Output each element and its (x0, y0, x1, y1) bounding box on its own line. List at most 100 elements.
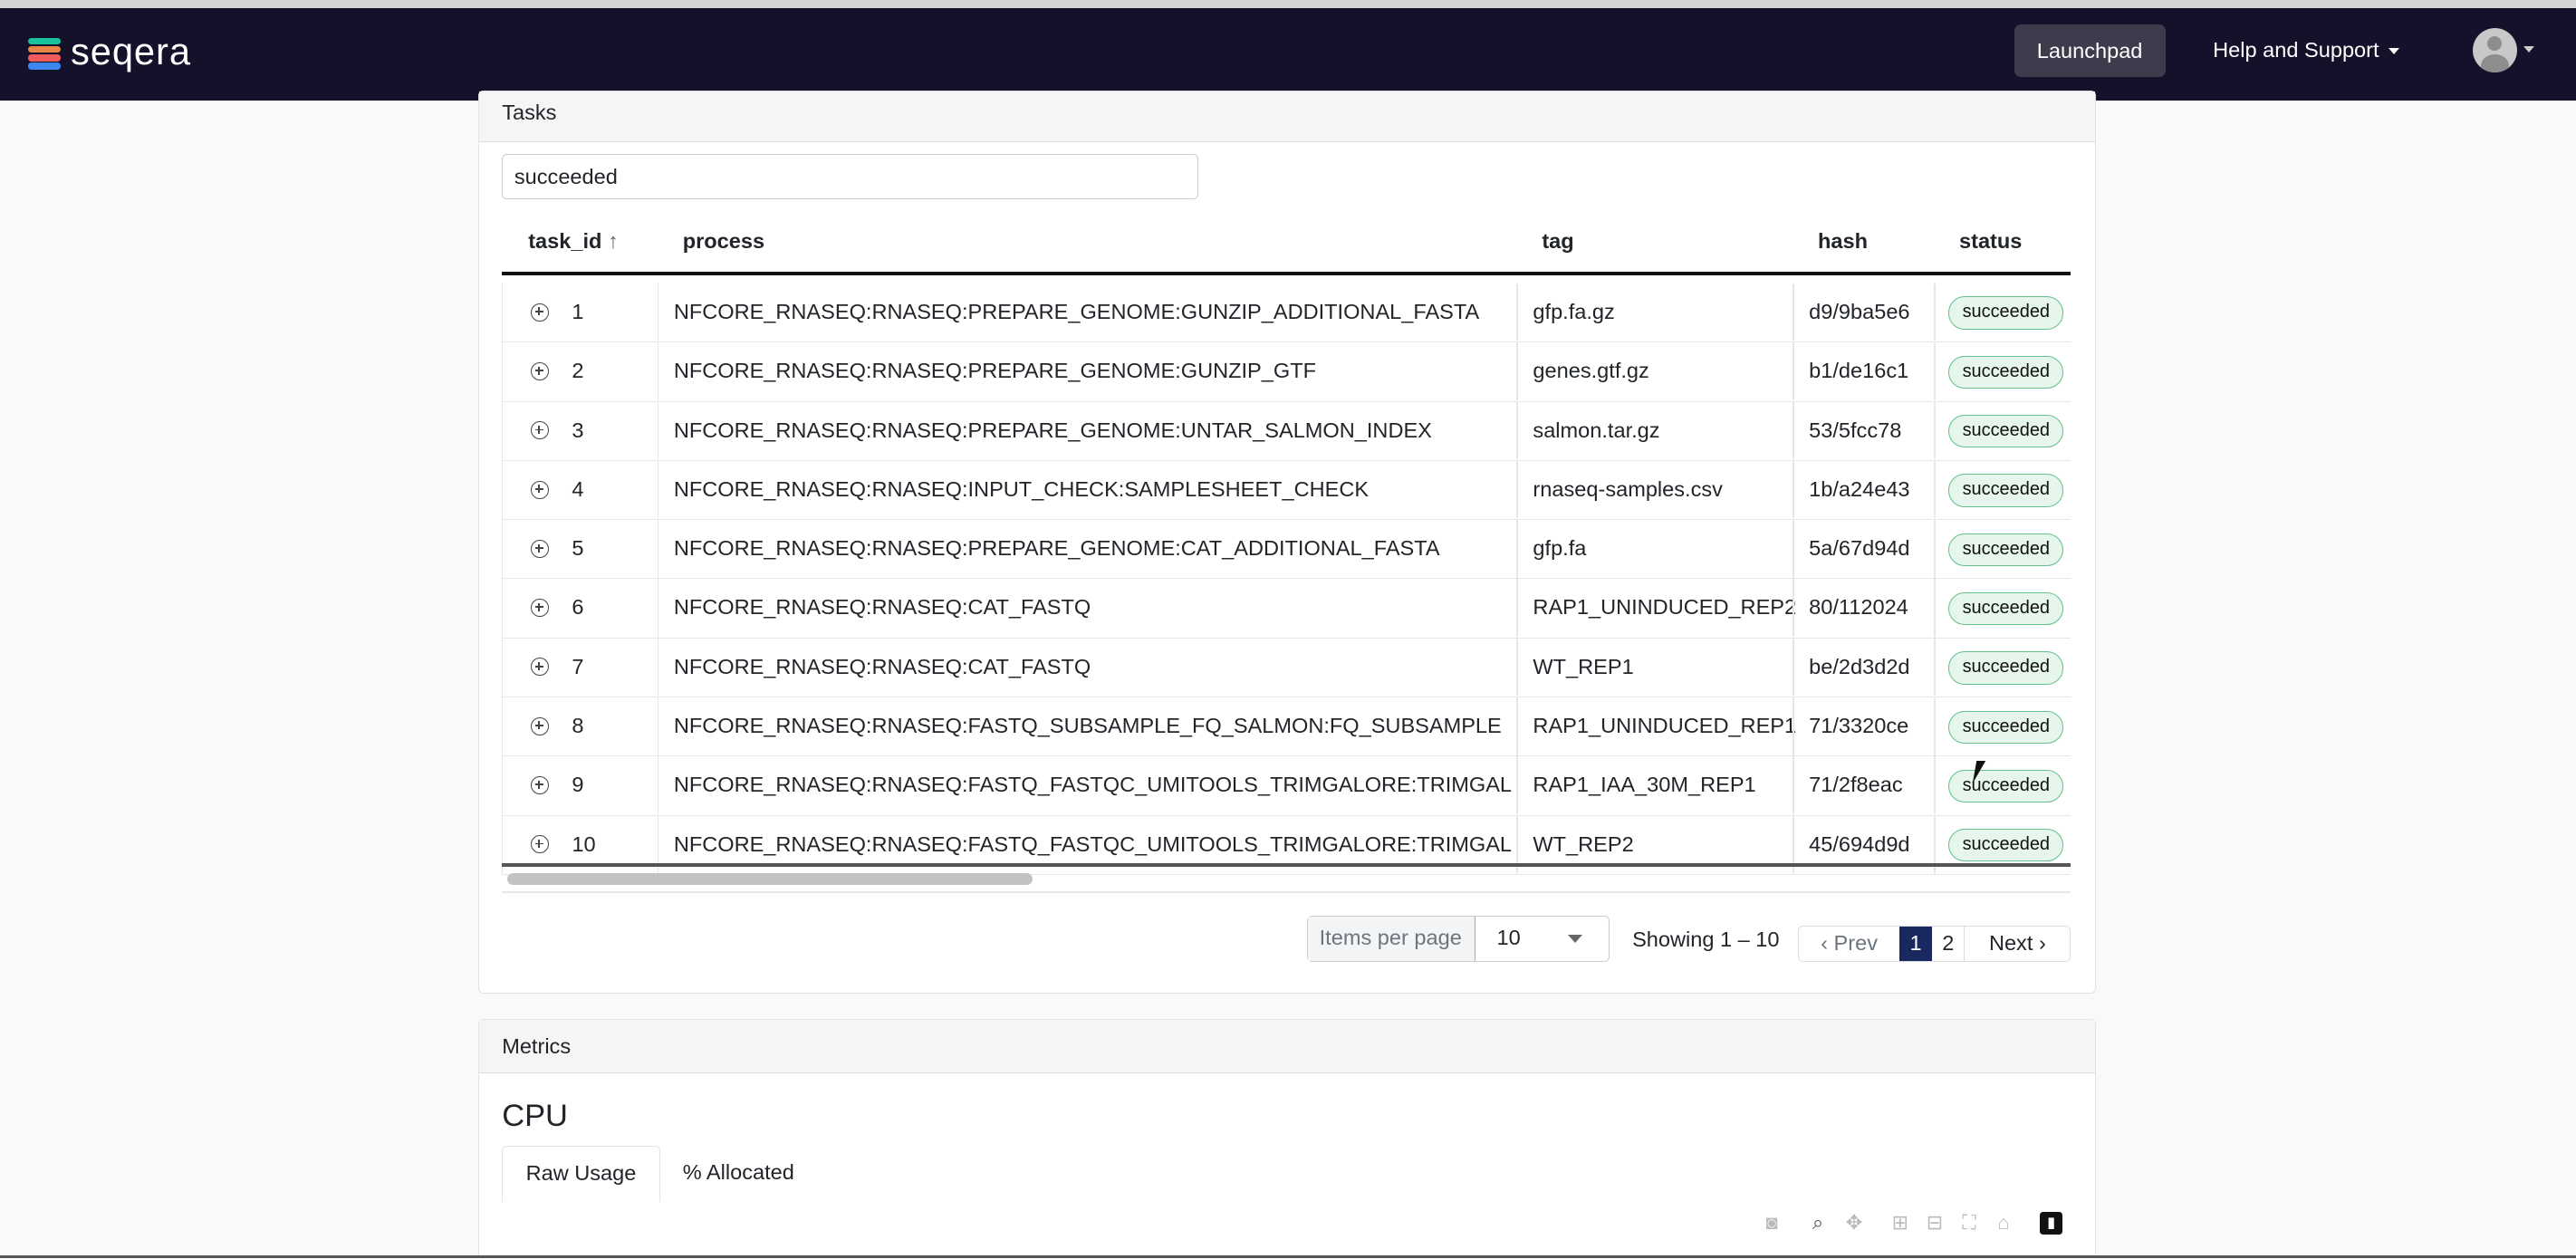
process-cell: NFCORE_RNASEQ:RNASEQ:CAT_FASTQ (673, 654, 1091, 678)
pagination: ‹ Prev 1 2 Next › (1798, 926, 2071, 963)
table-row[interactable]: 3 NFCORE_RNASEQ:RNASEQ:PREPARE_GENOME:UNT… (502, 401, 2071, 461)
logo-mark-icon (27, 36, 64, 72)
expand-row-icon[interactable] (531, 716, 549, 735)
task-id-cell: 4 (572, 476, 584, 501)
task-id-cell: 8 (572, 714, 584, 738)
table-bottom-border (502, 863, 2071, 867)
table-row[interactable]: 7 NFCORE_RNASEQ:RNASEQ:CAT_FASTQ WT_REP1 be… (502, 638, 2071, 698)
column-divider (657, 756, 659, 814)
column-divider (1933, 638, 1936, 697)
autoscale-icon[interactable]: ⛶ (1957, 1211, 1980, 1235)
metrics-header: Metrics (478, 1019, 2096, 1074)
column-divider (1933, 520, 1936, 578)
column-divider (1516, 756, 1519, 814)
hash-cell: 71/2f8eac (1809, 773, 1903, 797)
table-row[interactable]: 1 NFCORE_RNASEQ:RNASEQ:PREPARE_GENOME:GUN… (502, 283, 2071, 343)
hash-cell: 53/5fcc78 (1809, 418, 1902, 442)
table-row[interactable]: 2 NFCORE_RNASEQ:RNASEQ:PREPARE_GENOME:GUN… (502, 342, 2071, 402)
column-header-task-id[interactable]: task_id ↑ (528, 229, 619, 254)
tag-cell: gfp.fa.gz (1533, 299, 1615, 323)
horizontal-scrollbar[interactable] (506, 873, 1033, 885)
items-per-page-value[interactable]: 10 (1475, 917, 1609, 961)
home-icon[interactable]: ⌂ (1992, 1211, 2014, 1235)
task-id-cell: 1 (572, 299, 584, 323)
table-row[interactable]: 9 NFCORE_RNASEQ:RNASEQ:FASTQ_FASTQC_UMITO… (502, 756, 2071, 816)
column-header-process[interactable]: process (683, 229, 764, 254)
expand-row-icon[interactable] (531, 539, 549, 558)
tag-cell: RAP1_UNINDUCED_REP2 (1533, 595, 1796, 620)
zoom-out-icon[interactable]: ⊟ (1923, 1211, 1946, 1235)
status-badge: succeeded (1948, 769, 2064, 803)
expand-row-icon[interactable] (531, 776, 549, 795)
chevron-down-icon[interactable] (2523, 45, 2534, 53)
page-2-button[interactable]: 2 (1932, 927, 1966, 962)
table-row[interactable]: 8 NFCORE_RNASEQ:RNASEQ:FASTQ_SUBSAMPLE_FQ… (502, 697, 2071, 757)
launchpad-button[interactable]: Launchpad (2014, 24, 2166, 78)
status-badge: succeeded (1948, 651, 2064, 685)
header-label: task_id (528, 229, 602, 254)
expand-row-icon[interactable] (531, 303, 549, 322)
expand-row-icon[interactable] (531, 362, 549, 380)
column-divider (1516, 697, 1519, 755)
user-avatar[interactable] (2472, 27, 2517, 72)
table-row[interactable]: 4 NFCORE_RNASEQ:RNASEQ:INPUT_CHECK:SAMPLE… (502, 460, 2071, 521)
prev-label: Prev (1833, 931, 1878, 956)
expand-row-icon[interactable] (531, 658, 549, 677)
camera-icon[interactable]: ◙ (1761, 1211, 1783, 1235)
zoom-icon[interactable]: ⌕ (1806, 1211, 1829, 1235)
expand-row-icon[interactable] (531, 835, 549, 854)
logo-text: seqera (70, 29, 191, 72)
seqera-logo[interactable]: seqera (27, 30, 191, 73)
column-header-hash[interactable]: hash (1818, 229, 1868, 254)
table-row[interactable]: 5 NFCORE_RNASEQ:RNASEQ:PREPARE_GENOME:CAT… (502, 520, 2071, 580)
items-per-page-select[interactable]: Items per page 10 (1306, 916, 1610, 963)
column-divider (657, 579, 659, 637)
top-navbar: seqera Launchpad Help and Support (0, 8, 2576, 101)
column-divider (1793, 579, 1794, 637)
column-divider (1933, 283, 1936, 341)
expand-row-icon[interactable] (531, 599, 549, 618)
process-cell: NFCORE_RNASEQ:RNASEQ:INPUT_CHECK:SAMPLES… (673, 476, 1370, 501)
hash-cell: d9/9ba5e6 (1809, 299, 1910, 323)
process-cell: NFCORE_RNASEQ:RNASEQ:PREPARE_GENOME:UNTA… (673, 418, 1432, 442)
tasks-search-input[interactable] (502, 153, 1199, 200)
process-cell: NFCORE_RNASEQ:RNASEQ:PREPARE_GENOME:GUNZ… (673, 359, 1316, 383)
prev-button[interactable]: ‹ Prev (1799, 927, 1899, 961)
task-id-cell: 3 (572, 418, 584, 442)
column-divider (1516, 342, 1519, 400)
tag-cell: rnaseq-samples.csv (1533, 476, 1723, 501)
page-1-button[interactable]: 1 (1898, 927, 1933, 962)
status-badge: succeeded (1948, 415, 2064, 448)
status-badge: succeeded (1948, 474, 2064, 507)
tab-percent-allocated[interactable]: % Allocated (659, 1146, 817, 1202)
column-divider (1933, 401, 1936, 460)
pan-icon[interactable]: ✥ (1842, 1211, 1865, 1235)
column-divider (1516, 579, 1519, 637)
tab-raw-usage[interactable]: Raw Usage (502, 1146, 660, 1202)
column-header-status[interactable]: status (1959, 229, 2022, 254)
expand-row-icon[interactable] (531, 421, 549, 440)
divider (502, 891, 2071, 893)
status-badge: succeeded (1948, 533, 2064, 566)
plotly-logo-icon[interactable]: ▮ (2039, 1211, 2063, 1235)
column-divider (1793, 342, 1794, 400)
column-divider (657, 401, 659, 460)
tag-cell: genes.gtf.gz (1533, 359, 1649, 383)
tasks-header: Tasks (478, 91, 2096, 142)
next-button[interactable]: Next › (1965, 927, 2070, 961)
column-divider (1933, 342, 1936, 400)
task-id-cell: 5 (572, 536, 584, 561)
cpu-title: CPU (502, 1098, 568, 1133)
table-row[interactable]: 6 NFCORE_RNASEQ:RNASEQ:CAT_FASTQ RAP1_UNIN… (502, 579, 2071, 639)
status-badge: succeeded (1948, 296, 2064, 330)
column-divider (1933, 579, 1936, 637)
task-id-cell: 7 (572, 654, 584, 678)
column-header-tag[interactable]: tag (1542, 229, 1573, 254)
tag-cell: RAP1_UNINDUCED_REP1 (1533, 714, 1796, 738)
column-divider (1516, 401, 1519, 460)
status-badge: succeeded (1948, 710, 2064, 744)
help-and-support-dropdown[interactable]: Help and Support (2213, 38, 2399, 62)
zoom-in-icon[interactable]: ⊞ (1889, 1211, 1911, 1235)
expand-row-icon[interactable] (531, 480, 549, 499)
column-divider (657, 520, 659, 578)
